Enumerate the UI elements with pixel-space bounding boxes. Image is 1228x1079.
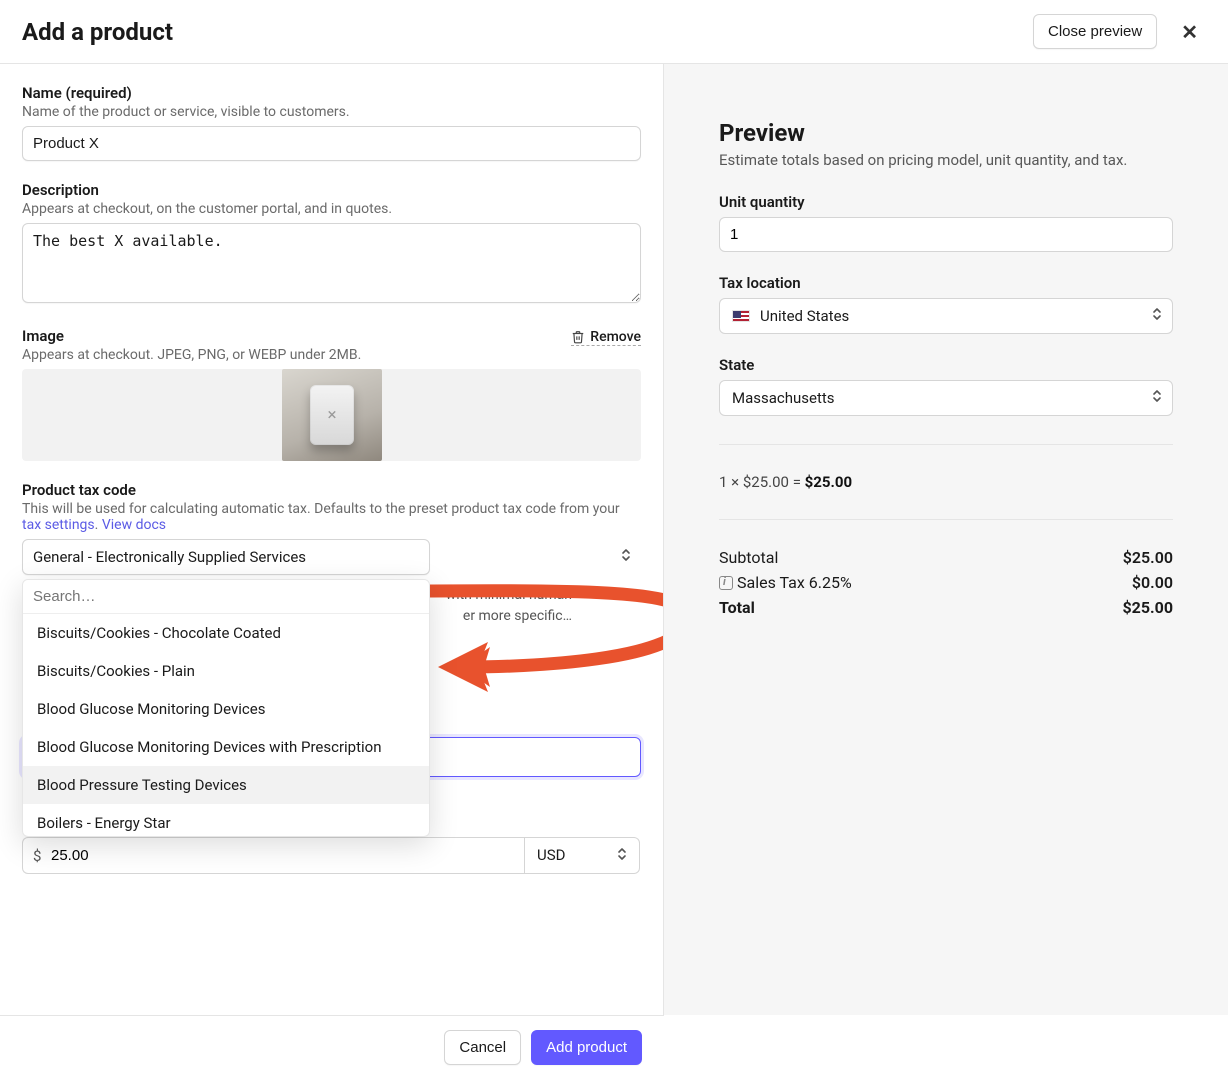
modal-header: Add a product Close preview ✕ — [0, 0, 1228, 64]
tax-code-dropdown: Biscuits/Cookies - Chocolate Coated Bisc… — [22, 579, 430, 837]
preview-subtitle: Estimate totals based on pricing model, … — [719, 151, 1173, 169]
unit-quantity-label: Unit quantity — [719, 193, 1173, 211]
currency-symbol: $ — [33, 847, 41, 865]
subtotal-row: Subtotal $25.00 — [719, 548, 1173, 567]
close-icon[interactable]: ✕ — [1173, 16, 1206, 48]
total-row: Total $25.00 — [719, 598, 1173, 617]
salestax-row: Sales Tax 6.25% $0.00 — [719, 573, 1173, 592]
tax-code-value: General - Electronically Supplied Servic… — [33, 548, 306, 566]
image-sublabel: Appears at checkout. JPEG, PNG, or WEBP … — [22, 347, 641, 363]
tax-location-select[interactable]: United States — [719, 298, 1173, 334]
chevrons-icon — [1152, 389, 1162, 407]
currency-select[interactable]: USD — [524, 837, 640, 874]
description-sublabel: Appears at checkout, on the customer por… — [22, 201, 641, 217]
view-docs-link[interactable]: View docs — [102, 517, 166, 533]
calc-line: 1 × $25.00 = $25.00 — [719, 473, 1173, 491]
name-label: Name (required) — [22, 84, 641, 102]
preview-title: Preview — [719, 119, 1173, 147]
unit-quantity-input[interactable] — [719, 217, 1173, 252]
tax-code-option[interactable]: Blood Glucose Monitoring Devices — [23, 690, 429, 728]
tax-code-select[interactable]: General - Electronically Supplied Servic… — [22, 539, 430, 575]
tax-code-option[interactable]: Biscuits/Cookies - Plain — [23, 652, 429, 690]
us-flag-icon — [732, 310, 750, 322]
tax-code-option[interactable]: Blood Pressure Testing Devices — [23, 766, 429, 804]
image-label: Image — [22, 327, 64, 345]
tax-settings-link[interactable]: tax settings — [22, 517, 95, 533]
price-input-wrap: $ — [22, 837, 524, 874]
state-select[interactable]: Massachusetts — [719, 380, 1173, 416]
add-product-button[interactable]: Add product — [531, 1030, 642, 1065]
tax-code-search-input[interactable] — [23, 580, 429, 614]
image-preview[interactable] — [22, 369, 641, 461]
tax-code-option[interactable]: Biscuits/Cookies - Chocolate Coated — [23, 614, 429, 652]
tax-location-value: United States — [760, 307, 849, 325]
chevrons-icon — [621, 548, 631, 566]
name-sublabel: Name of the product or service, visible … — [22, 104, 641, 120]
info-icon — [719, 576, 733, 590]
product-thumbnail — [282, 369, 382, 461]
chevrons-icon — [1152, 307, 1162, 325]
description-label: Description — [22, 181, 641, 199]
currency-value: USD — [537, 846, 565, 864]
description-textarea[interactable]: The best X available. — [22, 223, 641, 303]
state-label: State — [719, 356, 1173, 374]
chevrons-icon — [617, 847, 627, 865]
cancel-button[interactable]: Cancel — [444, 1030, 521, 1065]
state-value: Massachusetts — [732, 389, 835, 407]
modal-footer: Cancel Add product — [0, 1015, 664, 1079]
tax-code-label: Product tax code — [22, 481, 641, 499]
tax-code-sublabel: This will be used for calculating automa… — [22, 501, 641, 533]
tax-code-option[interactable]: Blood Glucose Monitoring Devices with Pr… — [23, 728, 429, 766]
trash-icon — [571, 330, 585, 344]
close-preview-button[interactable]: Close preview — [1033, 14, 1157, 49]
price-input[interactable] — [33, 846, 514, 865]
page-title: Add a product — [22, 18, 173, 46]
remove-image-button[interactable]: Remove — [571, 329, 641, 346]
tax-code-option[interactable]: Boilers - Energy Star — [23, 804, 429, 836]
remove-image-label: Remove — [590, 329, 641, 345]
name-input[interactable] — [22, 126, 641, 161]
tax-location-label: Tax location — [719, 274, 1173, 292]
